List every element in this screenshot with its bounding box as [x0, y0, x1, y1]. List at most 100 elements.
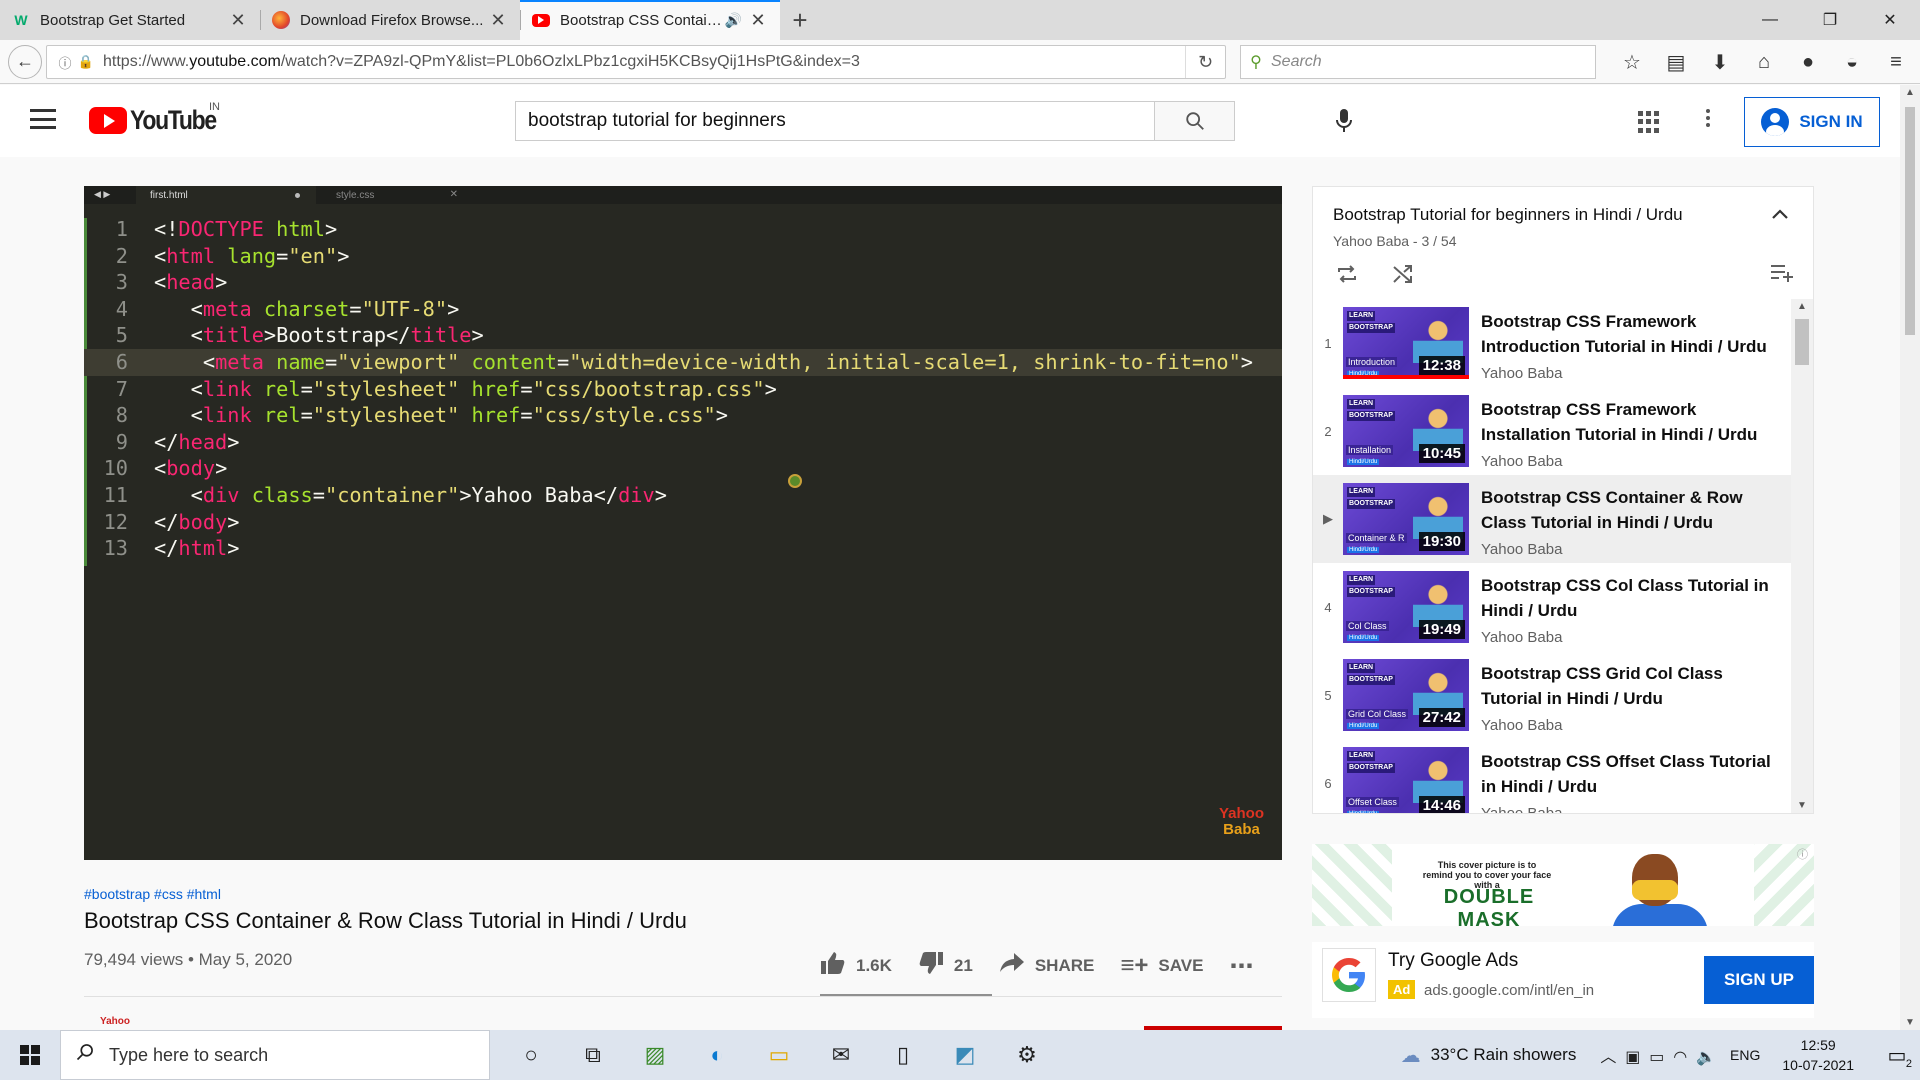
thumb-learn-label: LEARN [1347, 751, 1376, 761]
playlist-index: 6 [1324, 775, 1332, 791]
browser-search-box[interactable]: ⚲ Search [1240, 45, 1596, 79]
code-line: 1 <!DOCTYPE html> [84, 216, 1282, 243]
new-tab-icon[interactable]: + [780, 0, 820, 40]
ad-sign-up-button[interactable]: SIGN UP [1704, 956, 1814, 1004]
playlist-index: 4 [1324, 599, 1332, 615]
taskbar-search[interactable]: Type here to search [60, 1030, 490, 1080]
video-hashtags[interactable]: #bootstrap #css #html [84, 886, 221, 902]
speaker-icon[interactable]: 🔊 [725, 12, 742, 29]
thumb-topic: Grid Col Class [1346, 709, 1409, 719]
info-icon[interactable]: ⓘ [53, 53, 77, 72]
ad-banner[interactable]: This cover picture is to remind you to c… [1312, 844, 1814, 926]
save-playlist-icon[interactable] [1769, 263, 1795, 289]
reload-icon[interactable]: ↻ [1185, 46, 1225, 78]
weather-widget[interactable]: ☁ 33°C Rain showers [1401, 1043, 1577, 1068]
mail-icon[interactable]: ✉ [810, 1030, 872, 1080]
search-input[interactable]: bootstrap tutorial for beginners [516, 102, 1154, 140]
more-actions-icon[interactable]: ⋯ [1229, 952, 1263, 981]
pocket-icon[interactable]: ◒ [1830, 45, 1874, 79]
task-view-icon[interactable]: ⧉ [562, 1030, 624, 1080]
chat-icon[interactable]: ● [1786, 45, 1830, 79]
clock[interactable]: 12:59 10-07-2021 [1782, 1035, 1854, 1075]
shuffle-icon[interactable] [1391, 263, 1415, 291]
like-button[interactable]: 1.6K [820, 951, 892, 982]
ad-info-icon[interactable]: ⓘ [1797, 846, 1808, 862]
code-token: > [324, 217, 338, 241]
video-thumbnail[interactable]: LEARN BOOTSTRAP Grid Col Class Hindi/Urdu 27… [1343, 659, 1469, 731]
google-logo-icon[interactable] [1322, 948, 1376, 1002]
video-player[interactable]: ◀ ▶ first.html style.css ✕ 1 <!DOCTYPE htm… [84, 186, 1282, 860]
code-line: 9 </head> [84, 429, 1282, 456]
apps-grid-icon[interactable] [1638, 111, 1660, 133]
playlist-item[interactable]: 2 LEARN BOOTSTRAP Installation Hindi/Urdu 10:… [1313, 387, 1791, 475]
ad-title[interactable]: Try Google Ads [1388, 950, 1518, 972]
dislike-button[interactable]: 21 [918, 951, 973, 982]
scroll-down-icon[interactable]: ▼ [1797, 800, 1807, 811]
playlist-item[interactable]: 1 LEARN BOOTSTRAP Introduction Hindi/Urdu 12:… [1313, 299, 1791, 387]
browser-tab[interactable]: W Bootstrap Get Started ✕ [0, 0, 260, 40]
playlist-title[interactable]: Bootstrap Tutorial for beginners in Hind… [1333, 205, 1683, 225]
settings-gear-icon[interactable]: ⚙ [996, 1030, 1058, 1080]
scrollbar-thumb[interactable] [1795, 319, 1809, 365]
video-thumbnail[interactable]: LEARN BOOTSTRAP Installation Hindi/Urdu 10:4… [1343, 395, 1469, 467]
photo-editor-icon[interactable]: ▨ [624, 1030, 686, 1080]
hamburger-menu-icon[interactable] [30, 109, 56, 129]
video-thumbnail[interactable]: LEARN BOOTSTRAP Container & R Hindi/Urdu 19:… [1343, 483, 1469, 555]
share-button[interactable]: SHARE [999, 952, 1094, 981]
scrollbar-thumb[interactable] [1905, 107, 1915, 335]
language-indicator[interactable]: ENG [1730, 1047, 1760, 1063]
cortana-icon[interactable]: ○ [500, 1030, 562, 1080]
maximize-icon[interactable]: ❐ [1800, 0, 1860, 40]
sign-in-button[interactable]: SIGN IN [1744, 97, 1880, 147]
notification-icon[interactable]: ▭ 2 [1874, 1030, 1920, 1080]
line-number: 13 [103, 536, 128, 561]
notepad-icon[interactable]: ▯ [872, 1030, 934, 1080]
browser-tab-active[interactable]: Bootstrap CSS Contain... 🔊 ✕ [520, 0, 780, 40]
playlist-item[interactable]: 5 LEARN BOOTSTRAP Grid Col Class Hindi/Urdu 2… [1313, 651, 1791, 739]
scroll-up-icon[interactable]: ▲ [1797, 301, 1807, 312]
browser-tab[interactable]: Download Firefox Browse... ✕ [260, 0, 520, 40]
file-explorer-icon[interactable]: ▭ [748, 1030, 810, 1080]
close-tab-icon[interactable]: ✕ [748, 10, 768, 31]
reading-list-icon[interactable]: ▤ [1654, 45, 1698, 79]
lock-icon[interactable]: 🔒 [77, 54, 95, 70]
close-tab-icon[interactable]: ✕ [488, 10, 508, 31]
menu-icon[interactable]: ≡ [1874, 45, 1918, 79]
playlist-item[interactable]: ▶ LEARN BOOTSTRAP Container & R Hindi/Urdu 19… [1313, 475, 1791, 563]
save-button[interactable]: ≡+ SAVE [1120, 952, 1203, 980]
playlist-item[interactable]: 6 LEARN BOOTSTRAP Offset Class Hindi/Urdu 14:… [1313, 739, 1791, 813]
minimize-icon[interactable]: — [1740, 0, 1800, 40]
close-window-icon[interactable]: ✕ [1860, 0, 1920, 40]
youtube-logo[interactable]: YouTube IN [89, 101, 231, 136]
ad-url[interactable]: ads.google.com/intl/en_in [1424, 982, 1594, 999]
back-arrow-icon[interactable]: ← [8, 44, 42, 79]
download-icon[interactable]: ⬇ [1698, 45, 1742, 79]
loop-icon[interactable] [1335, 263, 1359, 291]
playlist-item[interactable]: 4 LEARN BOOTSTRAP Col Class Hindi/Urdu 19:49 B… [1313, 563, 1791, 651]
home-icon[interactable]: ⌂ [1742, 45, 1786, 79]
page-scrollbar[interactable]: ▲ ▼ [1900, 85, 1920, 1030]
video-thumbnail[interactable]: LEARN BOOTSTRAP Col Class Hindi/Urdu 19:49 [1343, 571, 1469, 643]
playlist-index: ▶ [1323, 511, 1333, 526]
tray-icons[interactable]: ︿ ▣ ▭ ◠ 🔈 [1600, 1043, 1716, 1067]
collapse-chevron-icon[interactable] [1771, 203, 1789, 226]
settings-kebab-icon[interactable] [1706, 109, 1710, 127]
microphone-icon[interactable] [1330, 107, 1358, 135]
document-app-icon[interactable]: ◩ [934, 1030, 996, 1080]
scroll-down-icon[interactable]: ▼ [1905, 1017, 1915, 1028]
video-thumbnail[interactable]: LEARN BOOTSTRAP Introduction Hindi/Urdu 12:3… [1343, 307, 1469, 379]
search-icon[interactable] [1154, 102, 1234, 140]
windows-start-icon[interactable] [0, 1030, 60, 1080]
channel-logo[interactable]: Yahoo [100, 1016, 130, 1027]
edge-browser-icon[interactable]: ◐ [686, 1030, 748, 1080]
close-tab-icon[interactable]: ✕ [228, 10, 248, 31]
bookmark-star-icon[interactable]: ☆ [1610, 45, 1654, 79]
window-controls: — ❐ ✕ [1740, 0, 1920, 40]
playlist-scrollbar[interactable]: ▲ ▼ [1791, 299, 1813, 813]
scroll-up-icon[interactable]: ▲ [1905, 87, 1915, 98]
url-bar[interactable]: ⓘ 🔒 https://www.youtube.com/watch?v=ZPA9… [46, 45, 1226, 79]
video-thumbnail[interactable]: LEARN BOOTSTRAP Offset Class Hindi/Urdu 14:4… [1343, 747, 1469, 813]
video-duration: 14:46 [1418, 796, 1465, 813]
